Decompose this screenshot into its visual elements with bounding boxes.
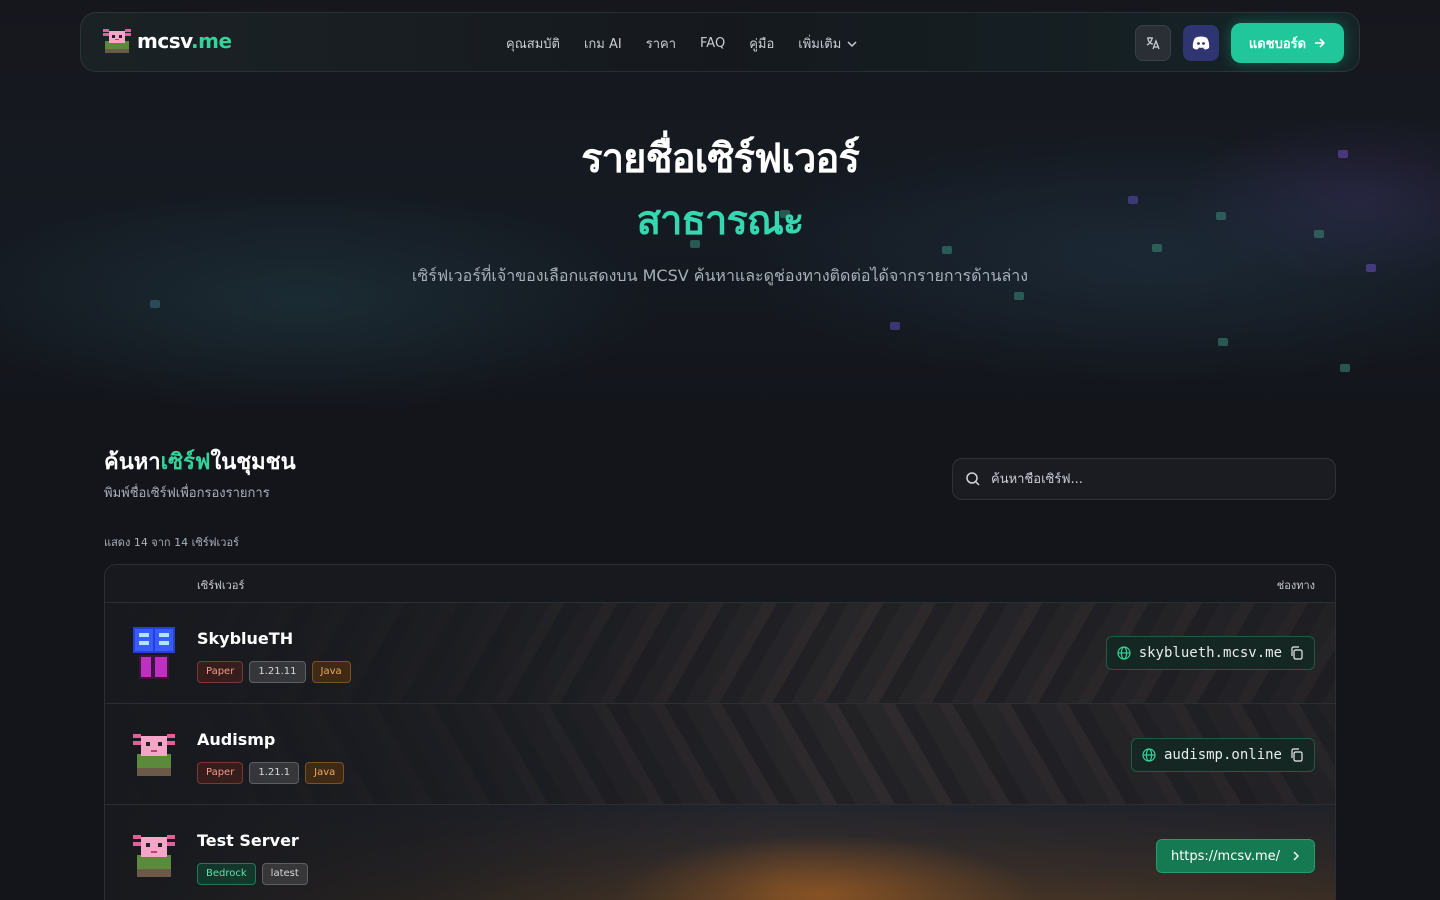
page-description: เซิร์ฟเวอร์ที่เจ้าของเลือกแสดงบน MCSV ค้…: [411, 266, 1029, 285]
server-badges: Paper 1.21.11 Java: [197, 661, 351, 683]
nav-link-faq[interactable]: FAQ: [700, 33, 725, 54]
server-link: https://mcsv.me/: [1170, 848, 1280, 864]
table-row[interactable]: Audismp Paper 1.21.1 Java audismp.online: [105, 704, 1335, 805]
server-name: SkyblueTH: [197, 629, 294, 648]
nav-link-features[interactable]: คุณสมบัติ: [506, 33, 560, 54]
decor-block: [150, 300, 160, 308]
edition-badge: Bedrock: [197, 863, 256, 885]
table-row[interactable]: Test Server Bedrock latest https://mcsv.…: [105, 805, 1335, 900]
server-icon: [133, 835, 175, 877]
server-badges: Bedrock latest: [197, 863, 308, 885]
chevron-down-icon: [847, 40, 857, 47]
decor-block: [1340, 364, 1350, 372]
server-table: เซิร์ฟเวอร์ ช่องทาง SkyblueTH Paper 1.21…: [104, 564, 1336, 900]
server-icon: [133, 627, 175, 679]
table-row[interactable]: SkyblueTH Paper 1.21.11 Java skyblueth.m…: [105, 603, 1335, 704]
platform-badge: Paper: [197, 762, 244, 784]
version-badge: latest: [261, 863, 308, 885]
dashboard-button[interactable]: แดชบอร์ด: [1231, 23, 1344, 63]
server-address-copy[interactable]: skyblueth.mcsv.me: [1105, 636, 1315, 670]
nav-link-guide[interactable]: คู่มือ: [749, 33, 774, 54]
page-title: รายชื่อเซิร์ฟเวอร์: [581, 136, 860, 182]
server-link-button[interactable]: https://mcsv.me/: [1155, 839, 1315, 873]
page-title-accent: สาธารณะ: [636, 198, 805, 244]
discord-button[interactable]: [1183, 25, 1219, 61]
globe-icon: [1142, 748, 1156, 762]
search-input[interactable]: [991, 471, 1311, 487]
brand-logo[interactable]: mcsv.me: [101, 25, 232, 57]
server-address: skyblueth.mcsv.me: [1138, 645, 1282, 661]
edition-badge: Java: [305, 762, 345, 784]
search-icon: [966, 472, 980, 486]
server-address: audismp.online: [1163, 747, 1282, 763]
discord-icon: [1192, 36, 1210, 50]
column-header-server: เซิร์ฟเวอร์: [197, 579, 245, 592]
server-name: Test Server: [197, 831, 299, 850]
nav-more-dropdown[interactable]: เพิ่มเติม: [798, 33, 857, 54]
nav-more-label: เพิ่มเติม: [798, 37, 842, 52]
platform-badge: Paper: [197, 661, 244, 683]
section-subtitle: พิมพ์ชื่อเซิร์ฟเพื่อกรองรายการ: [104, 486, 270, 501]
server-address-copy[interactable]: audismp.online: [1130, 738, 1315, 772]
decor-block: [890, 322, 900, 330]
copy-icon[interactable]: [1290, 748, 1304, 762]
server-name: Audismp: [197, 730, 276, 749]
decor-block: [1014, 292, 1024, 300]
search-box: [952, 458, 1336, 500]
edition-badge: Java: [311, 661, 351, 683]
language-button[interactable]: [1135, 25, 1171, 61]
version-badge: 1.21.1: [249, 762, 300, 784]
server-badges: Paper 1.21.1 Java: [197, 762, 345, 784]
nav-link-pricing[interactable]: ราคา: [646, 33, 676, 54]
column-header-channel: ช่องทาง: [1276, 579, 1315, 592]
nav-links: คุณสมบัติ เกม AI ราคา FAQ คู่มือ เพิ่มเต…: [506, 33, 857, 54]
result-count: แสดง 14 จาก 14 เซิร์ฟเวอร์: [104, 536, 239, 549]
row-banner-image: [105, 805, 1335, 900]
arrow-right-icon: [1315, 38, 1326, 48]
nav-link-ai-game[interactable]: เกม AI: [584, 33, 622, 54]
server-icon: [133, 734, 175, 776]
brand-name: mcsv.me: [137, 29, 232, 53]
version-badge: 1.21.11: [249, 661, 306, 683]
translate-icon: [1146, 37, 1160, 50]
section-title: ค้นหาเซิร์ฟในชุมชน: [104, 450, 296, 475]
chevron-right-icon: [1293, 851, 1299, 861]
axolotl-logo-icon: [103, 29, 131, 53]
navbar: mcsv.me คุณสมบัติ เกม AI ราคา FAQ คู่มือ…: [80, 12, 1360, 72]
decor-block: [1218, 338, 1228, 346]
copy-icon[interactable]: [1290, 646, 1304, 660]
table-header: เซิร์ฟเวอร์ ช่องทาง: [105, 565, 1335, 603]
globe-icon: [1117, 646, 1131, 660]
dashboard-label: แดชบอร์ด: [1248, 36, 1307, 52]
